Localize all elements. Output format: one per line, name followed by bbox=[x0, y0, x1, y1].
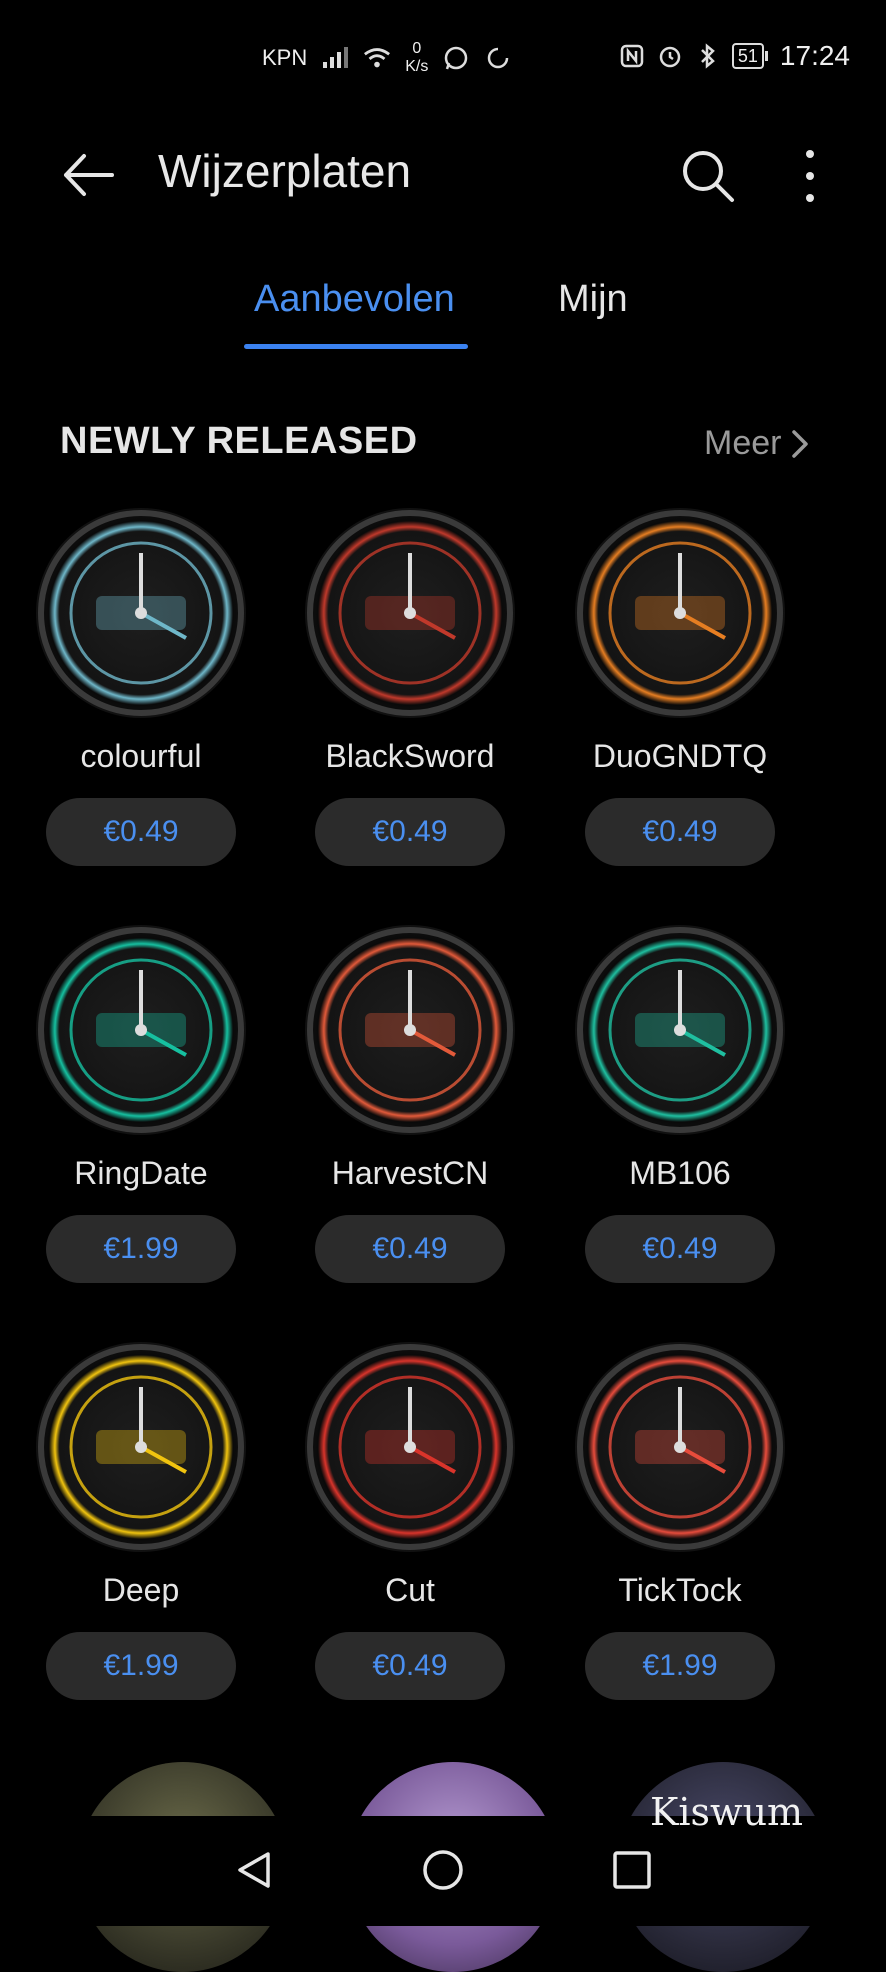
bluetooth-icon bbox=[694, 42, 722, 70]
battery-indicator: 51 bbox=[731, 43, 768, 69]
watchface-name: MB106 bbox=[629, 1155, 731, 1191]
watchface-thumbnail[interactable] bbox=[36, 508, 246, 718]
watchface-thumbnail[interactable] bbox=[36, 1342, 246, 1552]
watchface-thumbnail[interactable] bbox=[305, 508, 515, 718]
sync-icon bbox=[484, 44, 512, 72]
more-link[interactable]: Meer bbox=[704, 424, 809, 463]
alarm-icon bbox=[656, 42, 684, 70]
whatsapp-icon bbox=[442, 44, 470, 72]
search-icon[interactable] bbox=[678, 146, 738, 206]
watchface-name: TickTock bbox=[618, 1572, 742, 1608]
watchface-thumbnail[interactable] bbox=[36, 925, 246, 1135]
more-vertical-icon[interactable] bbox=[790, 144, 830, 208]
network-speed: 0 K/s bbox=[405, 40, 428, 76]
price-button[interactable]: €0.49 bbox=[585, 1215, 775, 1283]
page-title: Wijzerplaten bbox=[158, 145, 412, 197]
watchface-name: DuoGNDTQ bbox=[592, 738, 768, 774]
nav-back-icon[interactable] bbox=[232, 1848, 276, 1892]
watchface-name: BlackSword bbox=[325, 738, 495, 774]
watchface-name: Cut bbox=[385, 1572, 435, 1608]
tab-mijn[interactable]: Mijn bbox=[558, 278, 628, 321]
price-button[interactable]: €0.49 bbox=[315, 1215, 505, 1283]
chevron-right-icon bbox=[792, 429, 809, 458]
signal-icon bbox=[321, 44, 349, 72]
nav-recents-icon[interactable] bbox=[610, 1848, 654, 1892]
watchface-name: Deep bbox=[102, 1572, 180, 1608]
price-button[interactable]: €1.99 bbox=[46, 1632, 236, 1700]
carrier-label: KPN bbox=[262, 45, 308, 70]
watchface-thumbnail[interactable] bbox=[575, 925, 785, 1135]
arrow-left-icon[interactable] bbox=[58, 148, 118, 202]
watchface-thumbnail[interactable] bbox=[575, 508, 785, 718]
price-button[interactable]: €0.49 bbox=[585, 798, 775, 866]
nfc-icon bbox=[618, 42, 646, 70]
tab-bar: Aanbevolen Mijn bbox=[0, 270, 886, 350]
price-button[interactable]: €1.99 bbox=[585, 1632, 775, 1700]
watchface-thumbnail[interactable] bbox=[305, 1342, 515, 1552]
tab-indicator bbox=[244, 344, 468, 349]
watchface-thumbnail[interactable] bbox=[575, 1342, 785, 1552]
status-bar: KPN 0 K/s 51 17:24 bbox=[0, 0, 886, 120]
app-bar: Wijzerplaten bbox=[0, 130, 886, 220]
status-right: 51 17:24 bbox=[618, 40, 850, 72]
net-speed-unit: K/s bbox=[405, 58, 429, 75]
watchface-name: HarvestCN bbox=[331, 1155, 489, 1191]
watchface-thumbnail[interactable] bbox=[305, 925, 515, 1135]
watchface-name: RingDate bbox=[74, 1155, 208, 1191]
nav-home-icon[interactable] bbox=[421, 1848, 465, 1892]
status-left: KPN 0 K/s bbox=[262, 40, 512, 76]
section-title: NEWLY RELEASED bbox=[60, 420, 418, 462]
system-nav-bar bbox=[0, 1820, 886, 1920]
wifi-icon bbox=[363, 44, 391, 72]
net-speed-value: 0 bbox=[412, 40, 422, 57]
price-button[interactable]: €0.49 bbox=[46, 798, 236, 866]
price-button[interactable]: €0.49 bbox=[315, 798, 505, 866]
price-button[interactable]: €0.49 bbox=[315, 1632, 505, 1700]
price-button[interactable]: €1.99 bbox=[46, 1215, 236, 1283]
watchface-name: colourful bbox=[80, 738, 202, 774]
clock: 17:24 bbox=[779, 40, 850, 71]
tab-aanbevolen[interactable]: Aanbevolen bbox=[254, 278, 455, 321]
more-link-label: Meer bbox=[704, 424, 782, 462]
